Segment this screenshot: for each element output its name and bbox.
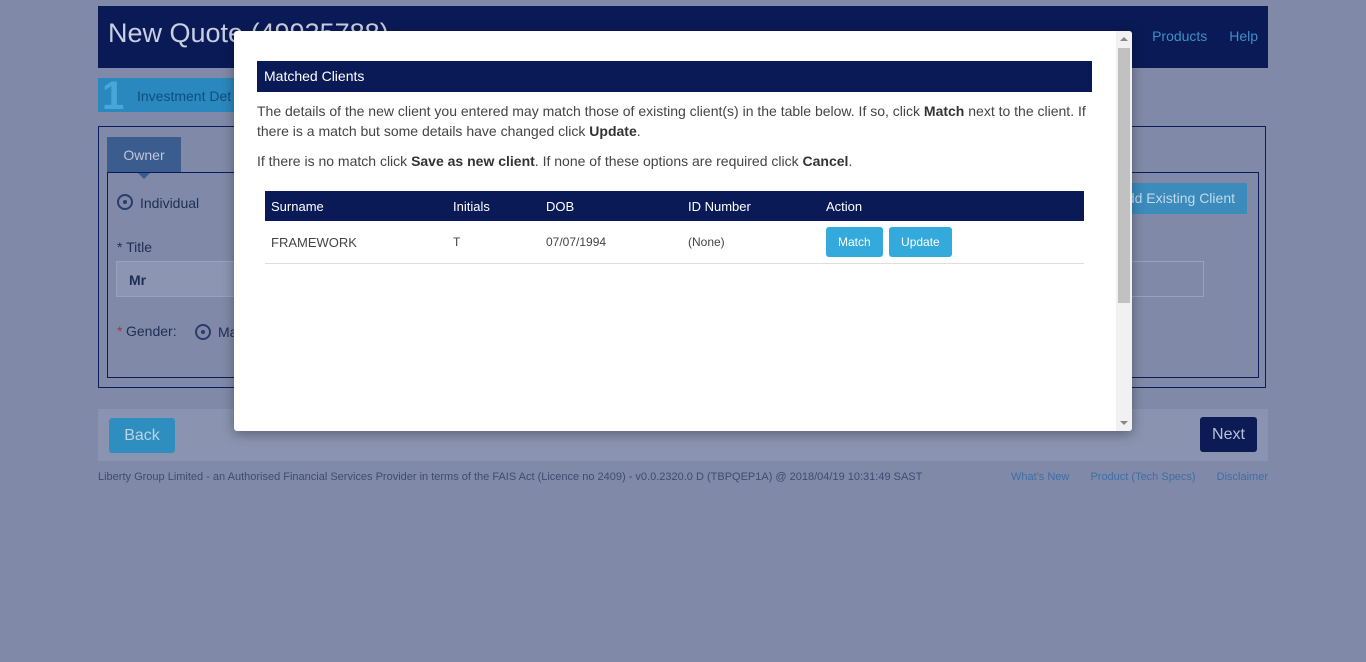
- individual-label: Individual: [140, 195, 200, 211]
- gender-male-radio[interactable]: [195, 324, 211, 340]
- step-number: 1: [102, 74, 125, 118]
- match-button[interactable]: Match: [826, 227, 883, 257]
- matched-clients-dialog: Matched Clients The details of the new c…: [234, 31, 1132, 431]
- title-select[interactable]: Mr: [116, 261, 246, 297]
- nav-item-products[interactable]: Products: [1152, 28, 1207, 44]
- link-disclaimer[interactable]: Disclaimer: [1217, 471, 1268, 483]
- col-action: Action: [820, 191, 1084, 221]
- title-label: * Title: [117, 239, 153, 255]
- scroll-up-icon[interactable]: [1120, 37, 1128, 41]
- instruction-paragraph-1: The details of the new client you entere…: [257, 103, 1086, 139]
- link-whats-new[interactable]: What's New: [1011, 471, 1069, 483]
- instruction-paragraph-2: If there is no match click Save as new c…: [257, 153, 853, 169]
- nav-item-help[interactable]: Help: [1229, 28, 1258, 44]
- footer-links: What's New Product (Tech Specs) Disclaim…: [993, 471, 1268, 483]
- cell-id-number: (None): [682, 221, 820, 264]
- tab-owner[interactable]: Owner: [107, 137, 181, 179]
- dialog-title: Matched Clients: [257, 61, 1092, 92]
- step-indicator[interactable]: 1 Investment Det: [98, 74, 238, 118]
- table-header-row: Surname Initials DOB ID Number Action: [265, 191, 1084, 221]
- col-initials: Initials: [447, 191, 540, 221]
- title-value: Mr: [129, 272, 147, 288]
- right-input-field[interactable]: [1120, 261, 1204, 297]
- link-product-tech-specs[interactable]: Product (Tech Specs): [1090, 471, 1195, 483]
- col-dob: DOB: [540, 191, 682, 221]
- step-label: Investment Det: [137, 88, 232, 104]
- cell-initials: T: [447, 221, 540, 264]
- matched-clients-table: Surname Initials DOB ID Number Action FR…: [265, 191, 1084, 264]
- scroll-down-icon[interactable]: [1120, 421, 1128, 425]
- table-row: FRAMEWORK T 07/07/1994 (None) Match Upda…: [265, 221, 1084, 264]
- col-surname: Surname: [265, 191, 447, 221]
- legal-text: Liberty Group Limited - an Authorised Fi…: [98, 471, 923, 483]
- gender-required-marker: *: [117, 323, 123, 339]
- dialog-instructions: The details of the new client you entere…: [257, 101, 1097, 181]
- add-existing-client-button[interactable]: dd Existing Client: [1120, 183, 1247, 214]
- next-button[interactable]: Next: [1200, 417, 1257, 452]
- individual-radio[interactable]: [117, 194, 133, 210]
- cell-surname: FRAMEWORK: [265, 221, 447, 264]
- cell-dob: 07/07/1994: [540, 221, 682, 264]
- gender-label: Gender:: [126, 323, 177, 339]
- cell-action: Match Update: [820, 221, 1084, 264]
- back-button[interactable]: Back: [109, 418, 175, 453]
- dialog-scrollbar[interactable]: [1116, 31, 1132, 431]
- scrollbar-thumb[interactable]: [1118, 48, 1130, 303]
- tab-owner-label: Owner: [123, 147, 165, 163]
- update-button[interactable]: Update: [889, 227, 952, 257]
- col-id-number: ID Number: [682, 191, 820, 221]
